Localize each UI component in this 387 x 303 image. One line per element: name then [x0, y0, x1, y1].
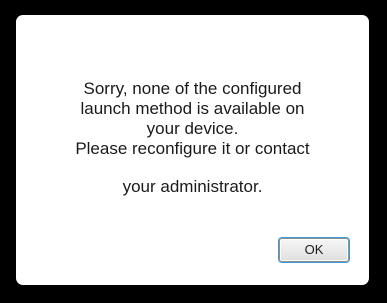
ok-button[interactable]: OK: [279, 238, 349, 262]
error-message: Sorry, none of the configured launch met…: [16, 79, 369, 159]
error-message-footer: your administrator.: [16, 177, 369, 197]
error-message-line: your administrator.: [122, 177, 263, 196]
dialog-backdrop: Sorry, none of the configured launch met…: [0, 0, 387, 303]
error-dialog: Sorry, none of the configured launch met…: [16, 15, 369, 285]
error-message-line: Please reconfigure it or contact: [75, 139, 310, 158]
error-message-line: your device.: [146, 119, 239, 138]
error-message-line: Sorry, none of the configured: [83, 79, 302, 98]
error-message-line: launch method is available on: [80, 99, 305, 118]
